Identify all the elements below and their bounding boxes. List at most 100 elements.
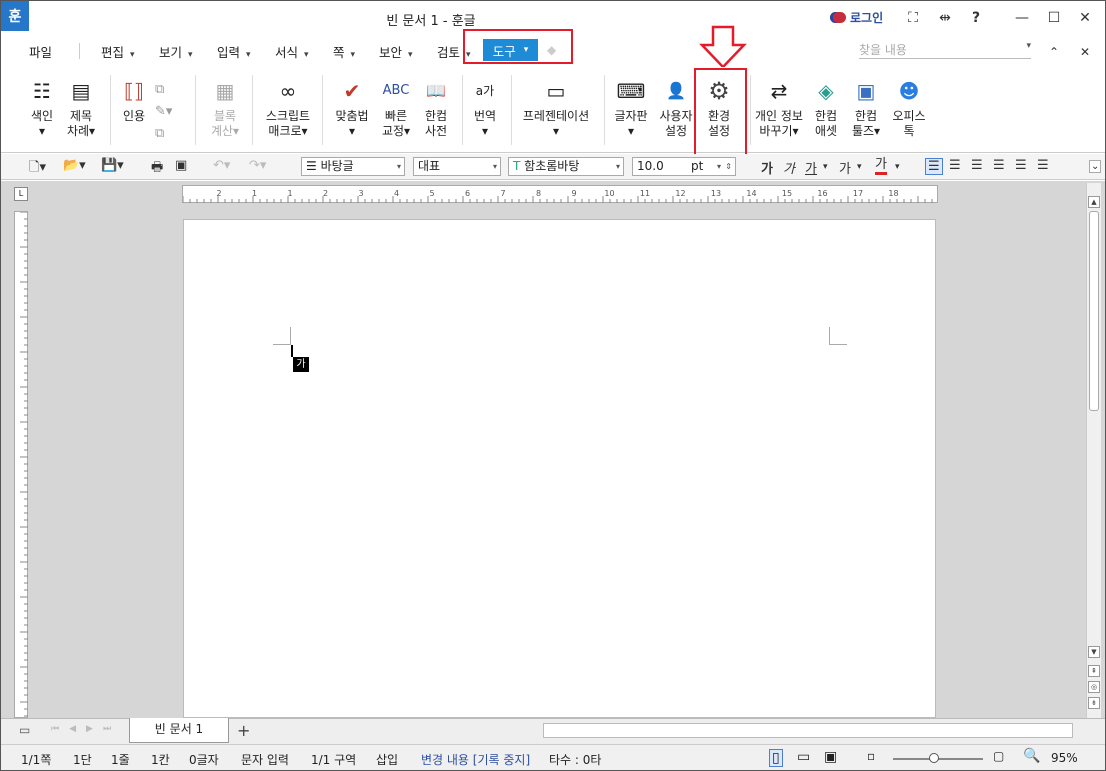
ribbon-macro-button[interactable]: ∞ 스크립트 매크로▾ [263,73,313,139]
zoom-out-icon[interactable]: ▫ [867,749,875,763]
ribbon-index-button[interactable]: ☷ 색인 ▾ [25,73,59,139]
status-input-mode[interactable]: 문자 입력 [241,751,289,768]
page-nav-icon[interactable]: ◎ [1088,681,1100,693]
ribbon-dictionary-button[interactable]: 📖 한컴 사전 [419,73,453,139]
chevron-down-icon: ▾ [350,50,356,60]
open-folder-icon[interactable]: 📂▾ [63,158,86,173]
ribbon-quick-correct-button[interactable]: ABC 빠른 교정▾ [378,73,414,139]
ribbon-translate-button[interactable]: a가 번역 ▾ [468,73,502,139]
page-view-icon[interactable]: ▯ [769,749,783,767]
strikethrough-button[interactable]: 가 [839,158,851,177]
scroll-down-icon[interactable]: ▼ [1088,646,1100,658]
close-button[interactable]: ✕ [1074,7,1096,29]
chevron-down-icon[interactable]: ▾ [857,162,862,172]
ruler-toggle-icon[interactable]: L [14,187,28,201]
align-justify-icon[interactable]: ☰ [925,158,943,175]
ruler-label: 15 [782,189,792,198]
undo-icon[interactable]: ↶▾ [213,158,230,173]
horizontal-ruler[interactable]: 2 1 1 2 3 4 5 6 7 8 9 10 11 12 13 14 15 16 17 18 [182,185,938,203]
ribbon-label: 사전 [424,124,448,138]
align-right-icon[interactable]: ☰ [993,158,1005,173]
scrollbar-thumb[interactable] [1089,211,1099,411]
ribbon-spellcheck-button[interactable]: ✔ 맞춤법 ▾ [332,73,372,139]
ribbon-label: 사용자 [659,109,693,123]
full-page-icon[interactable]: ▣ [824,749,837,765]
maximize-button[interactable]: ☐ [1043,7,1065,29]
fullscreen-icon[interactable]: ⛶ [902,7,924,29]
menu-insert-label: 입력 [217,45,241,60]
save-icon[interactable]: 💾▾ [101,158,124,173]
language-select[interactable]: 대표 ▾ [413,157,501,176]
align-distribute-icon[interactable]: ☰ [1015,158,1027,173]
ribbon-asset-button[interactable]: ◈ 한컴 애셋 [808,73,844,139]
ribbon-office-talk-button[interactable]: ☻ 오피스 톡 [889,73,929,139]
scroll-up-icon[interactable]: ▲ [1088,196,1100,208]
vertical-ruler[interactable] [14,211,28,718]
new-document-icon[interactable]: 🗋▾ [29,158,46,180]
document-page[interactable] [183,219,936,718]
citation-subtools[interactable]: ⧉ ✎▾ ⧉ [155,79,172,145]
font-color-button[interactable]: 가 [875,158,887,175]
search-input[interactable]: 찾을 내용 ▾ [859,41,1031,59]
status-track-changes[interactable]: 변경 내용 [기록 중지] [421,751,530,768]
add-tab-button[interactable]: + [237,721,250,740]
toolbar-expand-icon[interactable]: ⌄ [1089,160,1102,173]
ribbon-presentation-button[interactable]: ▭ 프레젠테이션 ▾ [519,73,593,139]
ribbon-keyboard-button[interactable]: ⌨ 글자판 ▾ [611,73,651,139]
redo-icon[interactable]: ↷▾ [249,158,266,173]
menu-view[interactable]: 보기 ▾ [159,42,193,61]
fit-width-icon[interactable]: ▭ [797,749,810,765]
zoom-in-icon[interactable]: ▢ [993,749,1004,763]
tab-navigation-icons[interactable]: ⏮◀▶⏭ [51,724,121,734]
menu-format[interactable]: 서식 ▾ [275,42,309,61]
paragraph-style-select[interactable]: ☰ 바탕글 ▾ [301,157,405,176]
font-size-input[interactable]: 10.0 pt ▾ ⇕ [632,157,736,176]
help-icon[interactable]: ? [965,7,987,29]
bold-button[interactable]: 가 [761,158,773,177]
stepper-icon[interactable]: ⇕ [725,158,732,175]
ribbon-privacy-button[interactable]: ⇄ 개인 정보 바꾸기▾ [753,73,805,139]
align-divide-icon[interactable]: ☰ [1037,158,1049,173]
status-page[interactable]: 1/1쪽 [21,751,51,768]
prev-page-icon[interactable]: ⇞ [1088,665,1100,677]
horizontal-scrollbar[interactable] [543,723,1073,738]
next-page-icon[interactable]: ⇟ [1088,697,1100,709]
zoom-level[interactable]: 95% [1051,751,1078,765]
text-cursor [291,345,293,357]
menu-insert[interactable]: 입력 ▾ [217,42,251,61]
menu-security[interactable]: 보안 ▾ [379,42,413,61]
align-center-icon[interactable]: ☰ [971,158,983,173]
font-select[interactable]: T 함초롬바탕 ▾ [508,157,624,176]
menu-edit[interactable]: 편집 ▾ [101,42,135,61]
preview-icon[interactable]: ▣ [175,158,187,173]
hancom-logo-icon [830,12,846,23]
ribbon-label: 블록 [213,109,237,123]
close-document-icon[interactable]: ✕ [1074,41,1096,63]
zoom-slider-handle[interactable] [929,753,939,763]
print-icon[interactable]: 🖶 [151,158,163,180]
italic-button[interactable]: 가 [783,158,795,177]
tab-document-1[interactable]: 빈 문서 1 [129,718,229,743]
align-left-icon[interactable]: ☰ [949,158,961,173]
font-size-unit: pt [691,159,704,173]
ribbon-toc-button[interactable]: ▤ 제목 차례▾ [63,73,99,139]
minimize-button[interactable]: — [1011,7,1033,29]
ribbon-label: 바꾸기▾ [759,124,799,138]
ribbon-user-settings-button[interactable]: 👤 사용자 설정 [656,73,696,139]
chevron-down-icon[interactable]: ▾ [1026,41,1031,51]
underline-button[interactable]: 가 [805,158,817,177]
chevron-down-icon[interactable]: ▾ [895,162,900,172]
status-insert-mode[interactable]: 삽입 [376,751,398,768]
ribbon-block-calc-button[interactable]: ▦ 블록 계산▾ [206,73,244,139]
memo-icon[interactable]: ▭ [19,723,30,737]
magnifier-icon[interactable]: 🔍 [1023,748,1040,764]
menu-page[interactable]: 쪽 ▾ [333,42,355,61]
menu-file-label: 파일 [29,45,53,60]
ribbon-citation-button[interactable]: ⟦⟧ 인용 [117,73,151,124]
collapse-ribbon-icon[interactable]: ⌃ [1043,41,1065,63]
chevron-down-icon[interactable]: ▾ [823,162,828,172]
split-view-icon[interactable]: ⇹ [934,7,956,29]
ribbon-tools-button[interactable]: ▣ 한컴 툴즈▾ [846,73,886,139]
login-button[interactable]: 로그인 [830,9,883,26]
menu-file[interactable]: 파일 [29,42,52,61]
